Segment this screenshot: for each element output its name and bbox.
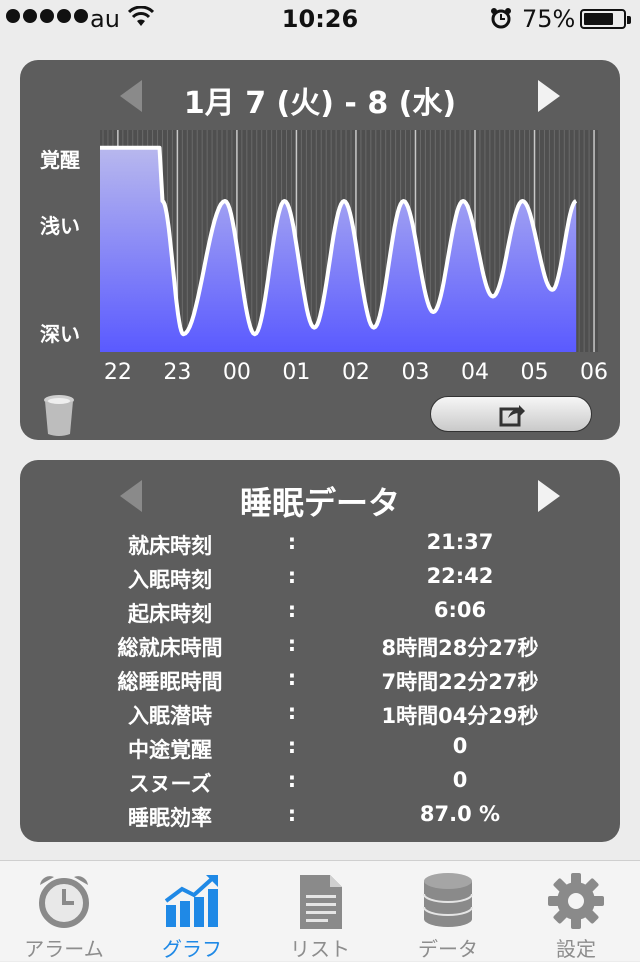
data-row: 中途覚醒: 0	[20, 730, 620, 764]
row-colon: :	[287, 564, 297, 588]
gear-icon	[548, 873, 604, 929]
share-button[interactable]	[430, 396, 592, 432]
tab-label: データ	[418, 937, 478, 961]
data-row: 入眠潜時: 1時間04分29秒	[20, 696, 620, 730]
row-value: 7時間22分27秒	[381, 670, 539, 694]
row-label: 入眠潜時	[128, 704, 212, 728]
data-row: 睡眠効率: 87.0 %	[20, 798, 620, 832]
row-value: 1時間04分29秒	[381, 704, 539, 728]
status-bar: au 10:26 75%	[0, 0, 640, 40]
row-value: 21:37	[426, 530, 494, 554]
tab-list[interactable]: リスト	[256, 861, 384, 961]
x-tick-label: 01	[282, 360, 311, 385]
data-row: 総睡眠時間: 7時間22分27秒	[20, 662, 620, 696]
x-tick-label: 22	[103, 360, 132, 385]
data-row: スヌーズ: 0	[20, 764, 620, 798]
row-colon: :	[287, 598, 297, 622]
row-label: 就床時刻	[128, 534, 212, 558]
sleep-depth-chart	[100, 130, 600, 352]
data-row: 就床時刻: 21:37	[20, 526, 620, 560]
row-value: 22:42	[426, 564, 494, 588]
tab-label: グラフ	[162, 937, 222, 961]
share-icon	[499, 405, 525, 427]
document-list-icon	[300, 875, 342, 929]
x-tick-label: 06	[580, 360, 609, 385]
tab-bar: アラーム グラフ リスト データ 設定	[0, 860, 640, 961]
row-label: 起床時刻	[128, 602, 212, 626]
alarm-clock-icon	[39, 876, 89, 928]
row-label: 総就床時間	[117, 636, 223, 660]
row-label: 睡眠効率	[128, 806, 212, 830]
sleep-data-panel: 睡眠データ 就床時刻: 21:37 入眠時刻: 22:42 起床時刻: 6:06 総就…	[20, 460, 620, 842]
row-colon: :	[287, 768, 297, 792]
row-value: 6:06	[433, 598, 487, 622]
tab-label: 設定	[556, 937, 596, 961]
y-label-deep: 深い	[40, 322, 80, 346]
sleep-data-title: 睡眠データ	[239, 484, 400, 522]
row-label: 入眠時刻	[128, 568, 212, 592]
row-colon: :	[287, 632, 297, 656]
row-colon: :	[287, 802, 297, 826]
next-record-arrow-icon[interactable]	[538, 480, 560, 512]
tab-alarm[interactable]: アラーム	[0, 861, 128, 961]
alarm-clock-icon	[491, 8, 511, 29]
row-value: 8時間28分27秒	[381, 636, 539, 660]
sleep-graph-panel: 1月 7 (火) - 8 (水) 覚醒 浅い 深い 22 23 00 01 02 03 04…	[20, 60, 620, 440]
row-value: 0	[452, 734, 468, 758]
data-row: 総就床時間: 8時間28分27秒	[20, 628, 620, 662]
x-tick-label: 02	[341, 360, 370, 385]
database-icon	[423, 873, 473, 927]
row-label: 総睡眠時間	[117, 670, 223, 694]
tab-label: リスト	[290, 937, 350, 961]
x-tick-label: 23	[163, 360, 192, 385]
battery-percent: 75%	[522, 5, 576, 33]
data-row: 起床時刻: 6:06	[20, 594, 620, 628]
next-day-arrow-icon[interactable]	[538, 80, 560, 112]
trash-icon[interactable]	[42, 394, 76, 436]
tab-data[interactable]: データ	[384, 861, 512, 961]
graph-date-title: 1月 7 (火) - 8 (水)	[183, 86, 457, 121]
tab-settings[interactable]: 設定	[512, 861, 640, 961]
sleep-data-table: 就床時刻: 21:37 入眠時刻: 22:42 起床時刻: 6:06 総就床時間: 8時…	[20, 526, 620, 832]
chart-icon	[164, 875, 218, 927]
tab-label: アラーム	[24, 937, 104, 961]
row-colon: :	[287, 530, 297, 554]
y-label-light: 浅い	[40, 214, 80, 238]
row-colon: :	[287, 700, 297, 724]
row-label: 中途覚醒	[128, 738, 212, 762]
row-value: 87.0 %	[419, 802, 501, 826]
row-colon: :	[287, 666, 297, 690]
data-row: 入眠時刻: 22:42	[20, 560, 620, 594]
x-tick-label: 00	[222, 360, 251, 385]
x-tick-label: 04	[461, 360, 489, 385]
x-tick-label: 05	[520, 360, 549, 385]
battery-icon	[580, 9, 631, 29]
row-label: スヌーズ	[128, 772, 212, 796]
x-tick-label: 03	[401, 360, 430, 385]
y-label-awake: 覚醒	[40, 148, 80, 172]
tab-graph[interactable]: グラフ	[128, 861, 256, 961]
row-value: 0	[452, 768, 468, 792]
row-colon: :	[287, 734, 297, 758]
